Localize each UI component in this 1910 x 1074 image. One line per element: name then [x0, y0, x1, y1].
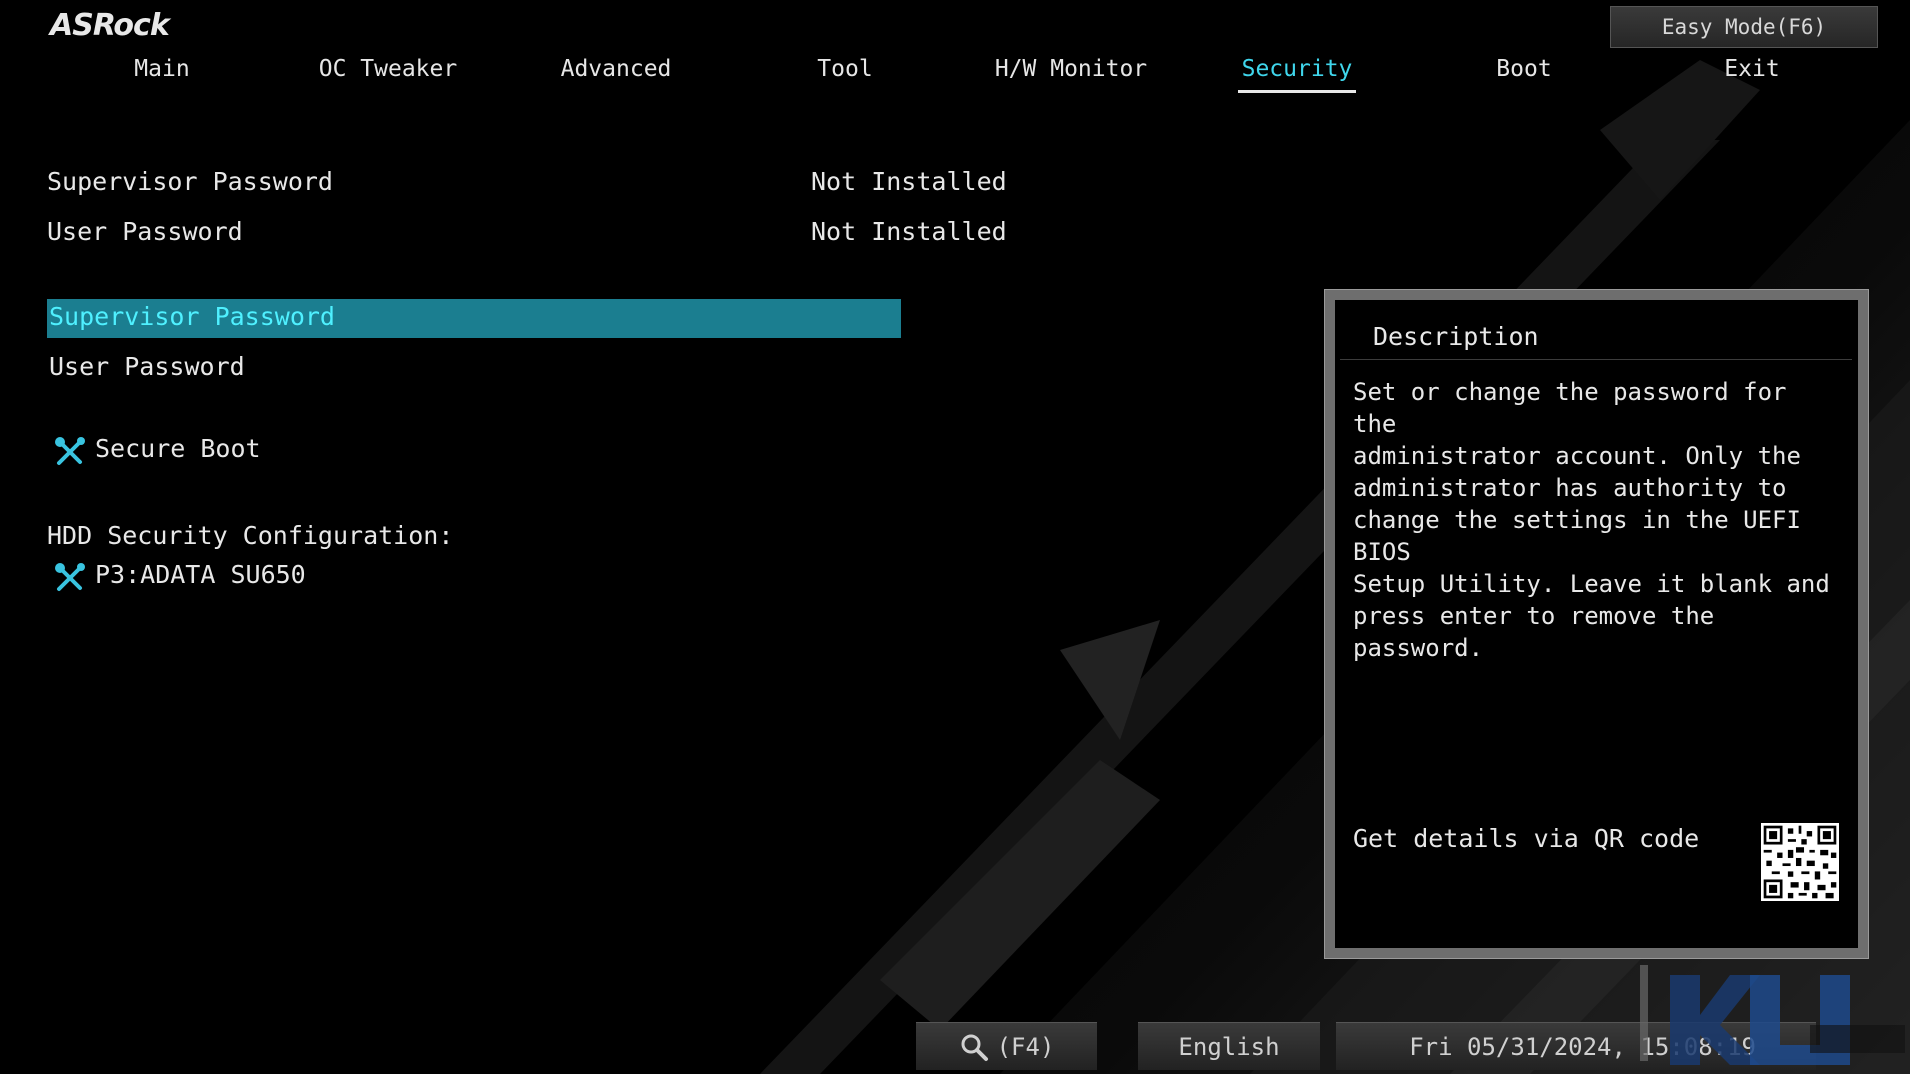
tab-advanced[interactable]: Advanced: [550, 56, 682, 94]
tab-exit[interactable]: Exit: [1710, 56, 1794, 94]
tab-main[interactable]: Main: [100, 56, 224, 94]
search-button[interactable]: (F4): [916, 1022, 1097, 1070]
status-user-value: Not Installed: [811, 217, 1007, 246]
tab-security[interactable]: Security: [1238, 56, 1356, 94]
tab-oc-tweaker[interactable]: OC Tweaker: [310, 56, 466, 94]
magnifier-icon: [961, 1034, 988, 1061]
language-button[interactable]: English: [1138, 1022, 1320, 1070]
description-title: Description: [1373, 322, 1539, 351]
status-supervisor-label: Supervisor Password: [47, 167, 333, 196]
status-user-label: User Password: [47, 217, 243, 246]
active-tab-underline: [1238, 90, 1356, 93]
user-password-item[interactable]: User Password: [49, 352, 245, 381]
search-shortcut-label: (F4): [996, 1032, 1055, 1061]
easy-mode-button[interactable]: Easy Mode(F6): [1610, 6, 1878, 48]
asrock-logo: ASRock: [50, 8, 170, 43]
qr-code-label: Get details via QR code: [1353, 824, 1700, 853]
description-divider: [1340, 359, 1852, 360]
wrench-screwdriver-icon: [55, 563, 85, 591]
secure-boot-item[interactable]: Secure Boot: [95, 434, 261, 463]
description-body: Set or change the password for the admin…: [1353, 378, 1830, 662]
tab-boot[interactable]: Boot: [1480, 56, 1568, 94]
wrench-screwdriver-icon: [55, 437, 85, 465]
tab-tool[interactable]: Tool: [800, 56, 890, 94]
hdd-device-item[interactable]: P3:ADATA SU650: [95, 560, 306, 589]
tab-hw-monitor[interactable]: H/W Monitor: [994, 56, 1148, 94]
supervisor-password-label: Supervisor Password: [49, 302, 335, 331]
watermark-logo: [1640, 965, 1905, 1065]
status-supervisor-value: Not Installed: [811, 167, 1007, 196]
hdd-security-heading: HDD Security Configuration:: [47, 521, 454, 550]
qr-code-image: [1761, 823, 1839, 901]
